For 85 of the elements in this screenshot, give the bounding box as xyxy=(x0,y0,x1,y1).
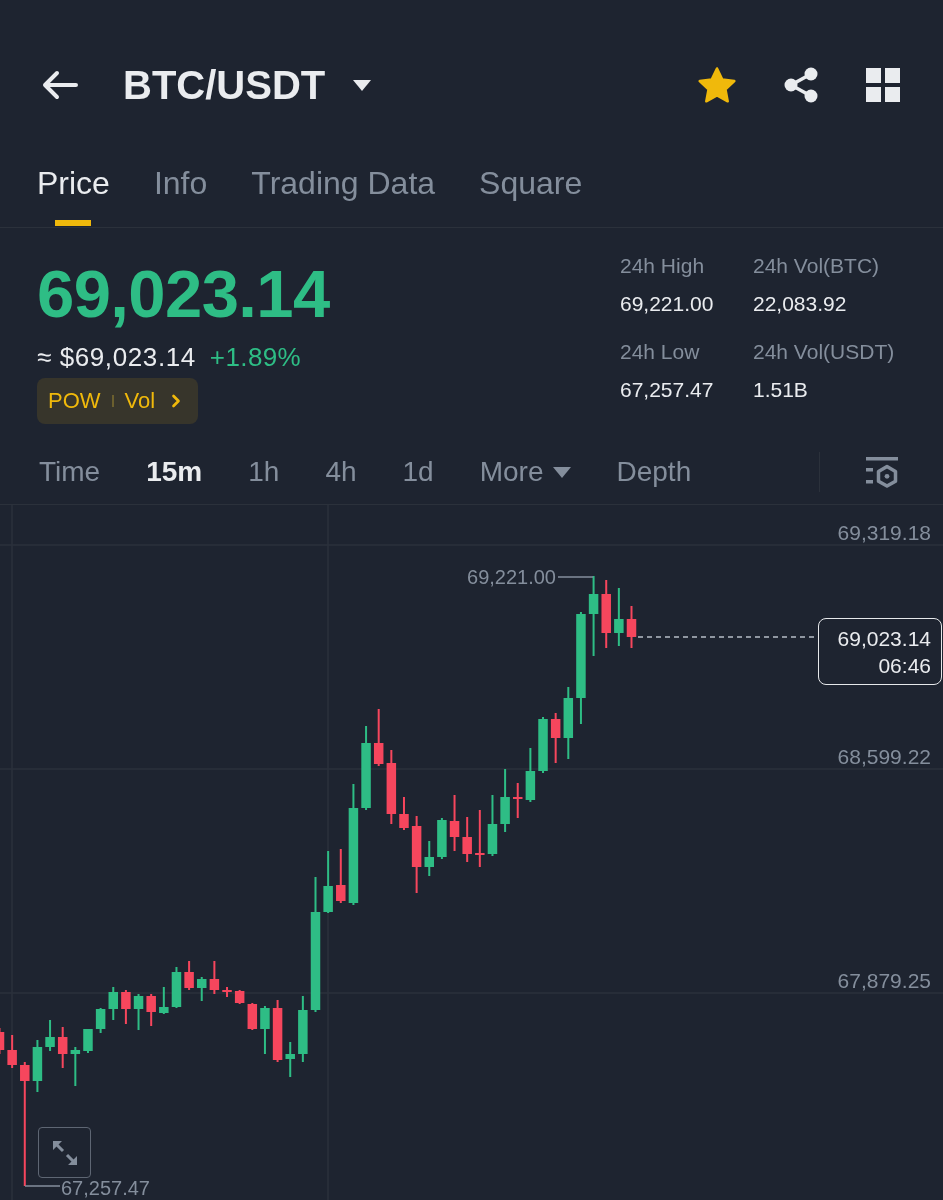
countdown-text: 06:46 xyxy=(878,652,931,679)
candle xyxy=(424,841,434,876)
tab[interactable]: Info xyxy=(153,165,208,227)
high-price-label: 69,221.00 xyxy=(467,566,556,588)
caret-down-icon xyxy=(552,466,571,478)
tags-button[interactable]: POW Vol xyxy=(37,378,199,424)
candle xyxy=(95,1008,106,1033)
candle xyxy=(209,961,220,994)
candle xyxy=(550,713,561,763)
candle xyxy=(0,1028,5,1054)
candle xyxy=(614,588,624,646)
candle xyxy=(197,977,207,1001)
star-icon[interactable] xyxy=(698,67,736,103)
candle xyxy=(437,818,447,859)
expand-icon xyxy=(50,1138,79,1167)
low-price-label: 67,257.47 xyxy=(61,1177,150,1199)
interval-tab[interactable]: 1h xyxy=(248,455,280,489)
leader-line xyxy=(557,576,594,578)
candle xyxy=(487,795,498,856)
candle xyxy=(601,580,611,648)
approx-price: ≈ $69,023.14 xyxy=(37,342,196,372)
candle xyxy=(133,994,144,1030)
stat-value: 69,221.00 xyxy=(620,291,715,317)
caret-down-icon xyxy=(353,79,372,91)
candle xyxy=(57,1027,68,1068)
candle xyxy=(449,795,460,851)
chart-settings-icon[interactable] xyxy=(866,456,898,488)
share-icon[interactable] xyxy=(784,67,818,103)
interval-tab[interactable]: Time xyxy=(39,455,101,489)
candle xyxy=(323,851,333,913)
expand-button[interactable] xyxy=(38,1127,91,1178)
interval-tab[interactable]: 4h xyxy=(325,455,357,489)
last-price-text: 69,023.14 xyxy=(837,625,931,652)
candle xyxy=(399,797,409,830)
stat-value: 1.51B xyxy=(753,377,809,403)
candle xyxy=(260,1006,270,1054)
candle xyxy=(184,961,194,990)
stat-label: 24h Vol(BTC) xyxy=(753,253,881,279)
candle xyxy=(563,687,574,759)
candle xyxy=(146,994,156,1026)
price-axis-label: 67,879.25 xyxy=(837,969,931,992)
candle xyxy=(462,817,472,862)
candle xyxy=(513,783,523,818)
candle xyxy=(626,606,637,648)
candle xyxy=(538,717,548,773)
tab[interactable]: Price xyxy=(37,165,110,227)
interval-tab[interactable]: 1d xyxy=(402,455,434,489)
candle xyxy=(70,1047,81,1086)
candle xyxy=(500,769,510,832)
stat-value: 22,083.92 xyxy=(753,291,848,317)
interval-tab[interactable]: 15m xyxy=(146,455,203,489)
candle xyxy=(121,990,131,1024)
candle xyxy=(298,996,308,1062)
stat-value: 67,257.47 xyxy=(620,377,715,403)
pair-selector[interactable]: BTC/USDT xyxy=(123,62,372,108)
back-arrow-icon[interactable] xyxy=(40,70,78,100)
candle xyxy=(45,1020,55,1051)
candle xyxy=(336,849,346,903)
tab[interactable]: Trading Data xyxy=(251,165,436,227)
candle xyxy=(247,1003,258,1030)
candle xyxy=(222,987,232,997)
leader-line xyxy=(24,1185,61,1187)
stat-label: 24h Low xyxy=(620,339,701,365)
interval-tab[interactable]: Depth xyxy=(616,455,692,489)
grid-icon[interactable] xyxy=(866,68,900,102)
interval-tab[interactable]: More xyxy=(479,455,571,489)
last-price: 69,023.14 xyxy=(37,260,330,328)
stat-label: 24h Vol(USDT) xyxy=(753,339,896,365)
candle xyxy=(525,748,536,802)
candle xyxy=(32,1040,43,1092)
candle xyxy=(285,1042,295,1077)
candle xyxy=(272,1000,283,1062)
candle xyxy=(171,967,182,1008)
price-axis-label: 68,599.22 xyxy=(837,745,931,768)
candle xyxy=(83,1029,93,1053)
candle xyxy=(108,987,118,1020)
candle xyxy=(7,1035,17,1068)
stat-label: 24h High xyxy=(620,253,706,279)
candle xyxy=(373,709,384,766)
candle xyxy=(475,810,485,867)
candle xyxy=(159,987,169,1014)
tab[interactable]: Square xyxy=(479,165,583,227)
candle xyxy=(234,990,245,1004)
price-change: +1.89% xyxy=(209,342,302,372)
price-axis-label: 69,319.18 xyxy=(837,521,931,544)
